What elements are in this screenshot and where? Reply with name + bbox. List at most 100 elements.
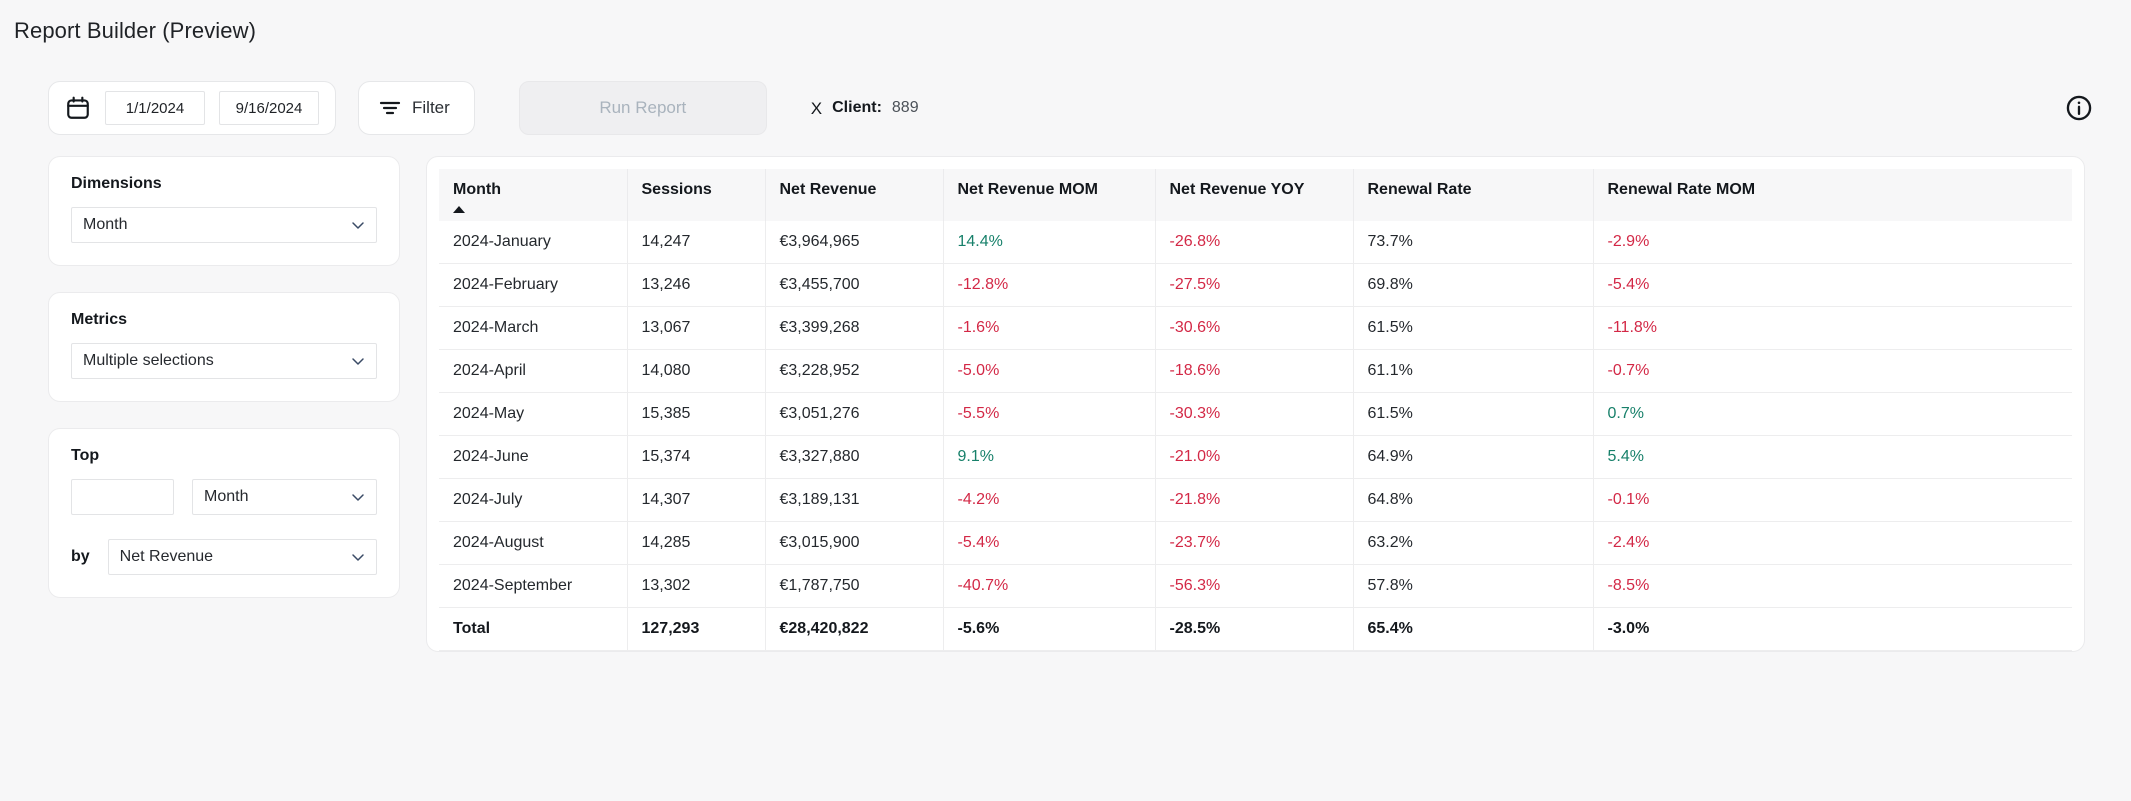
content-area: Dimensions Month Metrics Multiple select… <box>0 144 2131 652</box>
cell-net-revenue: €3,964,965 <box>765 221 944 264</box>
table-row: 2024-June 15,374 €3,327,880 9.1% -21.0% 64.9%… <box>439 435 2072 479</box>
cell-renewal-rate-mom: 5.4% <box>1593 435 2072 479</box>
report-results-card: Month Sessions Net Revenue Net Revenue MOM N… <box>426 156 2085 652</box>
cell-month: 2024-August <box>439 521 628 565</box>
cell-month: 2024-June <box>439 435 628 479</box>
metrics-panel: Metrics Multiple selections <box>48 292 400 402</box>
top-by-label: by <box>71 548 90 565</box>
cell-month: 2024-May <box>439 392 628 436</box>
report-table: Month Sessions Net Revenue Net Revenue MOM N… <box>439 169 2072 651</box>
top-panel: Top Month by Net Revenue <box>48 428 400 598</box>
column-header-label: Sessions <box>641 181 712 198</box>
filter-button-label: Filter <box>412 98 450 117</box>
cell-net-revenue-yoy: -30.6% <box>1155 306 1354 350</box>
total-cell-net-revenue-mom: -5.6% <box>943 607 1156 651</box>
toolbar: Filter Run Report X Client: 889 <box>0 72 2131 144</box>
filter-button[interactable]: Filter <box>358 81 475 135</box>
cell-sessions: 15,385 <box>627 392 766 436</box>
table-row: 2024-February 13,246 €3,455,700 -12.8% -27.5… <box>439 263 2072 307</box>
cell-net-revenue-mom: -4.2% <box>943 478 1156 522</box>
sort-ascending-icon <box>453 206 465 213</box>
filter-icon <box>379 98 401 118</box>
cell-sessions: 14,247 <box>627 221 766 264</box>
top-dimension-value: Month <box>204 488 249 505</box>
cell-net-revenue: €3,189,131 <box>765 478 944 522</box>
cell-sessions: 14,307 <box>627 478 766 522</box>
cell-net-revenue-mom: 9.1% <box>943 435 1156 479</box>
cell-net-revenue-yoy: -30.3% <box>1155 392 1354 436</box>
cell-renewal-rate: 61.5% <box>1353 306 1594 350</box>
cell-net-revenue-mom: -5.4% <box>943 521 1156 565</box>
cell-net-revenue: €3,015,900 <box>765 521 944 565</box>
cell-renewal-rate: 61.1% <box>1353 349 1594 393</box>
client-filter-label: Client: <box>832 99 882 116</box>
cell-renewal-rate-mom: -11.8% <box>1593 306 2072 350</box>
metrics-select-value: Multiple selections <box>83 352 214 369</box>
top-count-input[interactable] <box>71 479 174 515</box>
column-header-net-revenue[interactable]: Net Revenue <box>765 169 944 221</box>
cell-renewal-rate-mom: -5.4% <box>1593 263 2072 307</box>
total-cell-sessions: 127,293 <box>627 607 766 651</box>
top-dimension-select[interactable]: Month <box>192 479 377 515</box>
cell-renewal-rate: 57.8% <box>1353 564 1594 608</box>
table-row: 2024-September 13,302 €1,787,750 -40.7% -56.… <box>439 564 2072 608</box>
column-header-renewal-rate[interactable]: Renewal Rate <box>1353 169 1594 221</box>
metrics-select[interactable]: Multiple selections <box>71 343 377 379</box>
cell-net-revenue: €3,399,268 <box>765 306 944 350</box>
cell-net-revenue-yoy: -56.3% <box>1155 564 1354 608</box>
table-header-row: Month Sessions Net Revenue Net Revenue MOM N… <box>439 169 2072 221</box>
cell-renewal-rate: 61.5% <box>1353 392 1594 436</box>
column-header-label: Month <box>453 181 501 198</box>
cell-sessions: 14,080 <box>627 349 766 393</box>
cell-net-revenue-mom: -40.7% <box>943 564 1156 608</box>
cell-sessions: 15,374 <box>627 435 766 479</box>
top-title: Top <box>71 447 100 464</box>
cell-net-revenue: €3,228,952 <box>765 349 944 393</box>
cell-net-revenue-mom: -1.6% <box>943 306 1156 350</box>
cell-renewal-rate: 64.9% <box>1353 435 1594 479</box>
cell-net-revenue-mom: 14.4% <box>943 221 1156 264</box>
run-report-button[interactable]: Run Report <box>518 81 767 135</box>
cell-renewal-rate-mom: 0.7% <box>1593 392 2072 436</box>
column-header-label: Renewal Rate <box>1367 181 1472 198</box>
chevron-down-icon <box>350 353 366 369</box>
x-remove-icon[interactable]: X <box>811 100 822 117</box>
table-row: 2024-May 15,385 €3,051,276 -5.5% -30.3% 61.5%… <box>439 392 2072 436</box>
config-sidebar: Dimensions Month Metrics Multiple select… <box>0 156 400 624</box>
column-header-sessions[interactable]: Sessions <box>627 169 766 221</box>
client-filter-chip: X Client: 889 <box>811 99 919 117</box>
column-header-label: Net Revenue <box>779 181 877 198</box>
cell-renewal-rate-mom: -2.9% <box>1593 221 2072 264</box>
column-header-net-revenue-mom[interactable]: Net Revenue MOM <box>943 169 1156 221</box>
top-by-value: Net Revenue <box>119 548 214 565</box>
total-cell-net-revenue: €28,420,822 <box>765 607 944 651</box>
cell-renewal-rate: 63.2% <box>1353 521 1594 565</box>
column-header-month[interactable]: Month <box>439 169 628 221</box>
column-header-net-revenue-yoy[interactable]: Net Revenue YOY <box>1155 169 1354 221</box>
date-from-input[interactable] <box>105 91 205 125</box>
total-cell-renewal-rate: 65.4% <box>1353 607 1594 651</box>
report-table-head: Month Sessions Net Revenue Net Revenue MOM N… <box>439 169 2072 221</box>
cell-sessions: 13,246 <box>627 263 766 307</box>
cell-net-revenue-mom: -5.5% <box>943 392 1156 436</box>
cell-net-revenue-yoy: -26.8% <box>1155 221 1354 264</box>
date-to-input[interactable] <box>219 91 319 125</box>
page-title: Report Builder (Preview) <box>14 18 257 43</box>
cell-net-revenue: €3,327,880 <box>765 435 944 479</box>
report-table-body: 2024-January 14,247 €3,964,965 14.4% -26.8% 7… <box>439 221 2072 651</box>
date-range-picker[interactable] <box>48 81 336 135</box>
cell-renewal-rate-mom: -2.4% <box>1593 521 2072 565</box>
cell-month: 2024-September <box>439 564 628 608</box>
cell-sessions: 14,285 <box>627 521 766 565</box>
column-header-renewal-rate-mom[interactable]: Renewal Rate MOM <box>1593 169 2072 221</box>
column-header-label: Net Revenue YOY <box>1169 181 1305 198</box>
table-row: 2024-January 14,247 €3,964,965 14.4% -26.8% 7… <box>439 221 2072 264</box>
cell-month: 2024-July <box>439 478 628 522</box>
top-by-row: by Net Revenue <box>71 539 377 575</box>
cell-month: 2024-April <box>439 349 628 393</box>
dimensions-select[interactable]: Month <box>71 207 377 243</box>
cell-net-revenue: €3,051,276 <box>765 392 944 436</box>
info-circle-icon[interactable] <box>2065 94 2093 122</box>
cell-renewal-rate: 73.7% <box>1353 221 1594 264</box>
top-by-select[interactable]: Net Revenue <box>107 539 377 575</box>
